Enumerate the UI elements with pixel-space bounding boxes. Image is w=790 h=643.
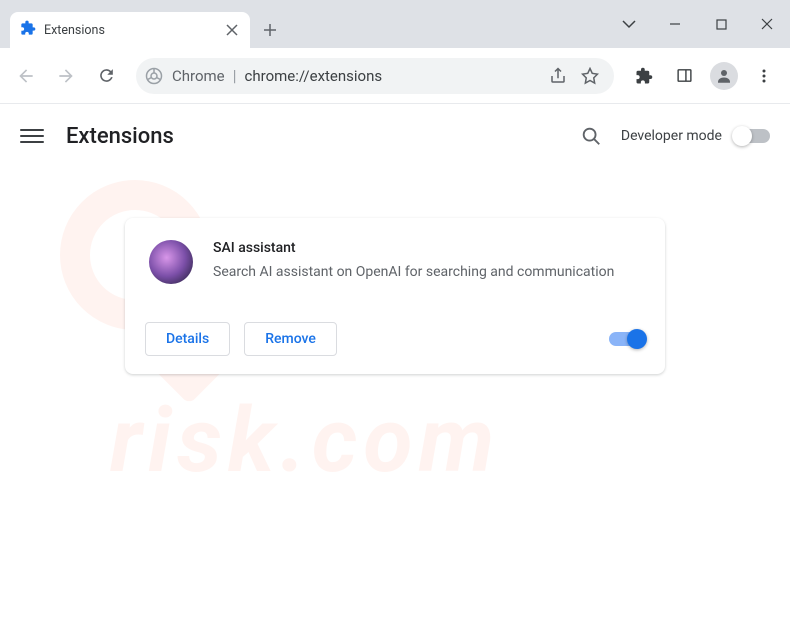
minimize-button[interactable] [652, 4, 698, 44]
menu-icon[interactable] [746, 58, 782, 94]
extensions-icon[interactable] [626, 58, 662, 94]
tab-search-button[interactable] [606, 4, 652, 44]
omnibox-label: Chrome [172, 67, 225, 85]
close-window-button[interactable] [744, 4, 790, 44]
titlebar: Extensions [0, 0, 790, 48]
search-icon[interactable] [579, 124, 603, 148]
extension-app-icon [149, 240, 193, 284]
close-tab-icon[interactable] [224, 22, 240, 38]
new-tab-button[interactable] [256, 16, 284, 44]
share-icon[interactable] [548, 66, 568, 86]
omnibox-url: chrome://extensions [245, 67, 540, 85]
profile-avatar[interactable] [706, 58, 742, 94]
menu-button[interactable] [20, 124, 44, 148]
extension-icon [20, 20, 36, 40]
window-controls [606, 0, 790, 48]
chrome-icon [144, 66, 164, 86]
omnibox[interactable]: Chrome | chrome://extensions [136, 58, 614, 94]
forward-button[interactable] [48, 58, 84, 94]
maximize-button[interactable] [698, 4, 744, 44]
developer-mode-label: Developer mode [621, 128, 722, 144]
extension-enable-toggle[interactable] [609, 332, 645, 346]
toolbar: Chrome | chrome://extensions [0, 48, 790, 104]
browser-tab[interactable]: Extensions [10, 12, 250, 48]
omnibox-divider: | [233, 66, 237, 85]
extension-description: Search AI assistant on OpenAI for search… [213, 262, 641, 283]
developer-mode-toggle[interactable] [734, 129, 770, 143]
tab-title: Extensions [44, 23, 216, 38]
bookmark-icon[interactable] [580, 66, 600, 86]
extension-card: SAI assistant Search AI assistant on Ope… [125, 218, 665, 374]
back-button[interactable] [8, 58, 44, 94]
remove-button[interactable]: Remove [244, 322, 337, 356]
page-title: Extensions [66, 124, 579, 149]
extensions-header: Extensions Developer mode [0, 104, 790, 168]
extensions-content: SAI assistant Search AI assistant on Ope… [0, 168, 790, 394]
details-button[interactable]: Details [145, 322, 230, 356]
sidepanel-icon[interactable] [666, 58, 702, 94]
reload-button[interactable] [88, 58, 124, 94]
extension-name: SAI assistant [213, 240, 641, 256]
